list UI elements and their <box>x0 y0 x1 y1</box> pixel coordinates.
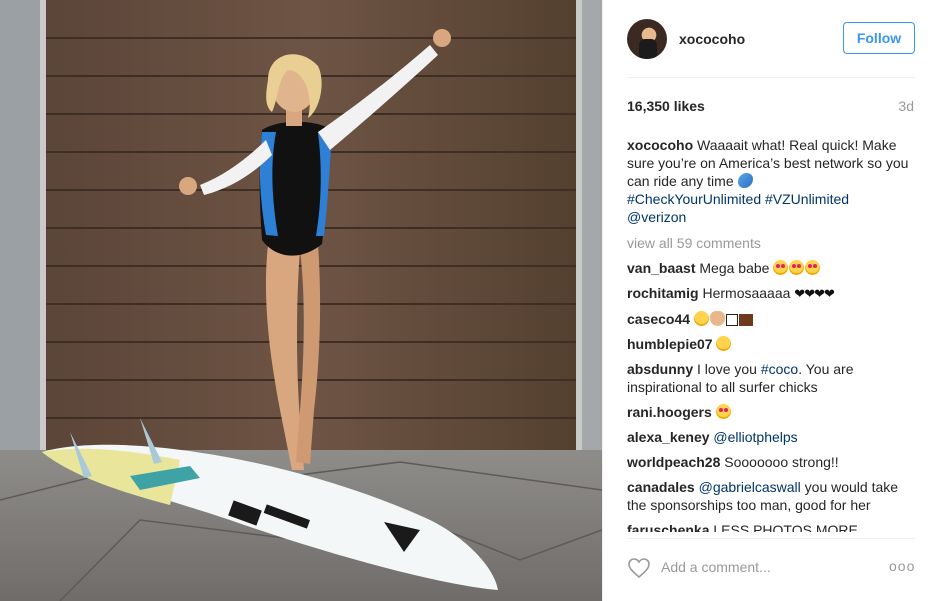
comment-text: Mega babe <box>699 260 770 276</box>
comments-list: xococoho Waaaait what! Real quick! Make … <box>627 136 914 532</box>
heart-outline-icon <box>628 558 650 579</box>
post-timestamp[interactable]: 3d <box>898 98 914 114</box>
likes-count[interactable]: 16,350 likes <box>627 98 705 114</box>
comment-item: humblepie07 <box>627 335 914 353</box>
mention-elliotphelps[interactable]: @elliotphelps <box>713 429 797 445</box>
brown-square-emoji-icon <box>738 314 753 326</box>
comment-text: I love you <box>697 361 757 377</box>
comment-text: LESS PHOTOS MORE <box>713 522 858 532</box>
heart-eyes-emoji-icon <box>773 260 789 275</box>
comment-text: Sooooooo strong!! <box>724 454 839 470</box>
post-caption: xococoho Waaaait what! Real quick! Make … <box>627 136 914 226</box>
comment-username[interactable]: caseco44 <box>627 311 690 327</box>
heart-eyes-emoji-icon <box>789 260 805 275</box>
post-footer: ooo <box>603 538 938 601</box>
view-all-comments-link[interactable]: view all 59 comments <box>627 234 914 252</box>
mention-verizon[interactable]: @verizon <box>627 209 686 225</box>
post-header: xococoho Follow <box>603 0 938 78</box>
comment-username[interactable]: canadales <box>627 479 695 495</box>
comment-item: canadales @gabrielcaswall you would take… <box>627 478 914 514</box>
hashtag-check-your-unlimited[interactable]: #CheckYourUnlimited <box>627 191 761 207</box>
comment-item: worldpeach28 Sooooooo strong!! <box>627 453 914 471</box>
comment-username[interactable]: faruschenka <box>627 522 709 532</box>
add-comment-input[interactable] <box>661 556 871 578</box>
wink-emoji-icon <box>693 311 709 326</box>
hashtag-coco[interactable]: #coco <box>761 361 798 377</box>
grinning-emoji-icon <box>716 336 732 351</box>
like-button[interactable] <box>627 556 651 580</box>
comment-username[interactable]: humblepie07 <box>627 336 713 352</box>
post-photo-illustration <box>0 0 602 601</box>
comment-username[interactable]: rani.hoogers <box>627 404 712 420</box>
comment-text: Hermosaaaaa <box>702 285 791 301</box>
hashtag-vz-unlimited[interactable]: #VZUnlimited <box>765 191 849 207</box>
white-square-emoji-icon <box>725 314 738 326</box>
comment-username[interactable]: absdunny <box>627 361 693 377</box>
black-hearts-emoji-icon: ❤❤❤❤ <box>794 286 835 301</box>
comment-username[interactable]: worldpeach28 <box>627 454 720 470</box>
follow-button[interactable]: Follow <box>843 22 915 54</box>
heart-eyes-emoji-icon <box>715 404 731 419</box>
post-author-username[interactable]: xococoho <box>679 31 745 47</box>
comment-item: caseco44 <box>627 310 914 328</box>
comment-username[interactable]: alexa_keney <box>627 429 710 445</box>
comment-item: rani.hoogers <box>627 403 914 421</box>
post-photo[interactable] <box>0 0 602 601</box>
ok-hand-emoji-icon <box>709 311 725 326</box>
comment-username[interactable]: rochitamig <box>627 285 699 301</box>
comment-item: alexa_keney @elliotphelps <box>627 428 914 446</box>
comment-item: van_baast Mega babe <box>627 259 914 277</box>
comment-item: rochitamig Hermosaaaaa ❤❤❤❤ <box>627 284 914 303</box>
comment-item: absdunny I love you #coco. You are inspi… <box>627 360 914 396</box>
dolphin-emoji-icon <box>737 173 753 188</box>
post-meta: 16,350 likes 3d <box>627 96 914 116</box>
comment-item: faruschenka LESS PHOTOS MORE <box>627 521 914 532</box>
caption-username[interactable]: xococoho <box>627 137 693 153</box>
avatar[interactable] <box>627 19 667 59</box>
comment-username[interactable]: van_baast <box>627 260 695 276</box>
heart-eyes-emoji-icon <box>805 260 821 275</box>
mention-gabrielcaswall[interactable]: @gabrielcaswall <box>699 479 801 495</box>
more-options-icon[interactable]: ooo <box>889 558 915 578</box>
post-side-panel: xococoho Follow 16,350 likes 3d xococoho… <box>602 0 938 601</box>
